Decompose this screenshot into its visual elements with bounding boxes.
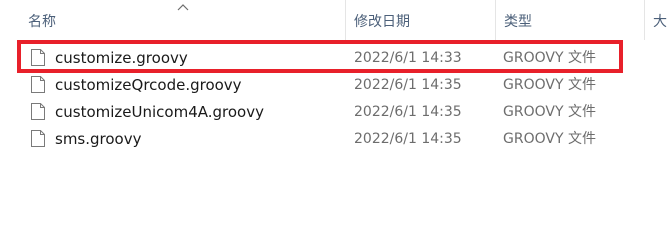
chevron-up-icon xyxy=(177,4,189,11)
column-header-type[interactable]: 类型 xyxy=(496,0,644,40)
column-header-date[interactable]: 修改日期 xyxy=(346,0,495,40)
file-type: GROOVY 文件 xyxy=(503,50,596,66)
file-name: sms.groovy xyxy=(55,130,142,148)
column-header-size[interactable]: 大 xyxy=(645,0,669,40)
file-icon xyxy=(31,130,45,147)
file-explorer: 名称 修改日期 类型 大 customize.groovy 2022/6/1 1… xyxy=(0,0,669,220)
file-row[interactable]: customizeQrcode.groovy 2022/6/1 14:35 GR… xyxy=(20,70,660,97)
file-modified-date: 2022/6/1 14:35 xyxy=(354,104,462,120)
file-modified-date: 2022/6/1 14:33 xyxy=(354,50,462,66)
file-type: GROOVY 文件 xyxy=(503,131,596,147)
file-row[interactable]: customizeUnicom4A.groovy 2022/6/1 14:35 … xyxy=(20,97,660,124)
file-name: customizeUnicom4A.groovy xyxy=(55,103,264,121)
file-name: customizeQrcode.groovy xyxy=(55,76,242,94)
file-row[interactable]: sms.groovy 2022/6/1 14:35 GROOVY 文件 xyxy=(20,124,660,151)
file-type: GROOVY 文件 xyxy=(503,104,596,120)
file-icon xyxy=(31,49,45,66)
file-icon xyxy=(31,76,45,93)
file-icon xyxy=(31,103,45,120)
file-list: customize.groovy 2022/6/1 14:33 GROOVY 文… xyxy=(17,40,660,151)
file-row[interactable]: customize.groovy 2022/6/1 14:33 GROOVY 文… xyxy=(17,40,623,73)
file-type: GROOVY 文件 xyxy=(503,77,596,93)
file-name: customize.groovy xyxy=(55,49,188,67)
file-modified-date: 2022/6/1 14:35 xyxy=(354,77,462,93)
column-header-bar: 名称 修改日期 类型 大 xyxy=(0,0,669,40)
file-modified-date: 2022/6/1 14:35 xyxy=(354,131,462,147)
